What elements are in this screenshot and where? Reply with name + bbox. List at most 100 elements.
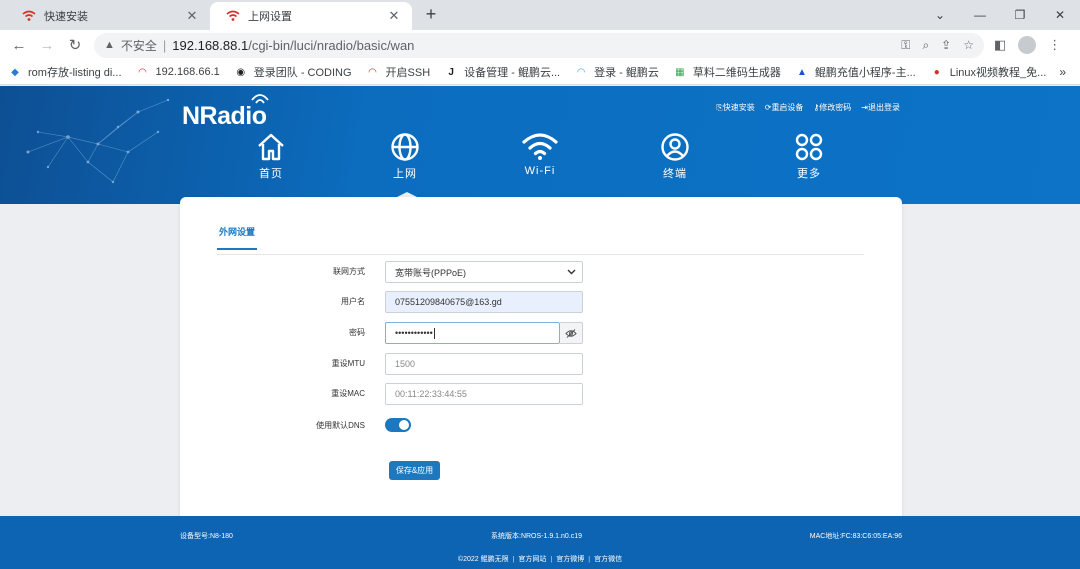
official-weibo-link[interactable]: 官方微博 [556, 556, 584, 563]
bookmark-item[interactable]: ◠ 192.168.66.1 [136, 66, 220, 78]
window-controls: ⌄ — ❐ ✕ [920, 0, 1080, 30]
url-host: 192.168.88.1 [172, 37, 249, 53]
nav-item-internet[interactable]: 上网 [375, 132, 435, 181]
password-value: •••••••••••• [395, 328, 433, 338]
form-row-mode: 联网方式 宽带账号(PPPoE) [180, 261, 902, 283]
username-input[interactable]: 07551209840675@163.gd [385, 291, 583, 313]
select-value: 宽带账号(PPPoE) [395, 267, 467, 278]
password-input[interactable]: •••••••••••• [385, 322, 560, 344]
bookmark-item[interactable]: ◠ 开启SSH [366, 64, 431, 80]
close-window-icon[interactable]: ✕ [1040, 0, 1080, 30]
device-model: 设备型号:N8-180 [180, 533, 233, 540]
profile-avatar[interactable] [1018, 36, 1037, 54]
share-icon[interactable]: ⇪ [941, 38, 951, 53]
tab-title: 上网设置 [248, 11, 292, 23]
nav-label: 首页 [259, 168, 283, 180]
toggle-password-visibility-button[interactable] [560, 322, 583, 344]
globe-icon [391, 133, 419, 161]
browser-toolbar: ← → ↻ ▲ 不安全 | 192.168.88.1 /cgi-bin/luci… [0, 30, 1080, 60]
url-separator: | [162, 37, 167, 53]
mode-label: 联网方式 [333, 267, 365, 276]
wifi-icon: ◠ [576, 66, 586, 78]
username-label: 用户名 [341, 297, 365, 306]
mtu-label: 重设MTU [331, 359, 365, 368]
card-tabs: 外网设置 [217, 221, 864, 255]
default-dns-toggle[interactable] [385, 418, 411, 432]
nav-label: 上网 [393, 168, 417, 180]
bookmarks-overflow-button[interactable]: » [1059, 65, 1066, 79]
bookmark-label: 登录团队 - CODING [253, 67, 352, 79]
bookmark-item[interactable]: ◉ 登录团队 - CODING [234, 64, 352, 80]
bookmark-item[interactable]: ◆ rom存放-listing di... [8, 64, 122, 80]
bookmark-item[interactable]: ● Linux视频教程_免... [930, 64, 1047, 80]
connection-mode-select[interactable]: 宽带账号(PPPoE) [385, 261, 583, 283]
official-site-link[interactable]: 官方网站 [518, 556, 546, 563]
back-icon[interactable]: ← [6, 32, 32, 58]
menu-icon[interactable]: ⋮ [1048, 37, 1061, 53]
wifi-icon [522, 133, 558, 160]
new-tab-icon[interactable]: + [420, 4, 442, 25]
wifi-icon [226, 10, 240, 21]
nav-item-more[interactable]: 更多 [779, 132, 839, 181]
bookmark-label: rom存放-listing di... [28, 67, 122, 79]
coding-icon: ◉ [236, 66, 246, 78]
official-wechat-link[interactable]: 官方微信 [594, 556, 622, 563]
tab-wan-settings[interactable]: 外网设置 [217, 225, 258, 250]
browser-tab-quick-install[interactable]: 快速安装 ✕ [6, 2, 210, 30]
bookmark-item[interactable]: ◠ 登录 - 鲲鹏云 [574, 64, 659, 80]
bookmarks-bar: ◆ rom存放-listing di... ◠ 192.168.66.1 ◉ 登录团队… [0, 60, 1080, 85]
forward-icon[interactable]: → [34, 32, 60, 58]
bookmark-label: 鲲鹏充值小程序-主... [814, 67, 916, 79]
restore-icon[interactable]: ❐ [1000, 0, 1040, 30]
nav-label: 终端 [663, 168, 687, 180]
minimize-icon[interactable]: — [960, 0, 1000, 30]
reload-icon[interactable]: ↻ [62, 32, 88, 58]
side-panel-icon[interactable]: ◧ [994, 37, 1006, 53]
nav-item-wifi[interactable]: Wi-Fi [510, 132, 570, 177]
copyright: ©2022 鲲鹏无限 [457, 556, 509, 563]
mac-input[interactable]: 00:11:22:33:44:55 [385, 383, 583, 405]
triangle-icon: ▲ [796, 66, 807, 78]
save-apply-button[interactable]: 保存&应用 [389, 461, 440, 480]
nav-label: 更多 [797, 168, 821, 180]
wifi-icon: ◠ [138, 66, 147, 78]
nav-item-clients[interactable]: 终端 [645, 132, 705, 181]
mac-address: MAC地址:FC:83:C6:05:EA:96 [809, 533, 902, 540]
toolbar-right: ◧ ⋮ [994, 36, 1061, 54]
address-bar[interactable]: ▲ 不安全 | 192.168.88.1 /cgi-bin/luci/nradi… [94, 32, 984, 58]
wan-settings-card: 外网设置 联网方式 宽带账号(PPPoE) 用户名 07551209840675… [180, 197, 902, 522]
mtu-input[interactable]: 1500 [385, 353, 583, 375]
diamond-icon: ◆ [11, 66, 19, 78]
nav-item-home[interactable]: 首页 [241, 132, 301, 181]
ifp-icon: ● [933, 66, 940, 78]
app-header: NRadio ⎘快速安装 ⟳重启设备 ⚷修改密码 ⇥退出登录 首页 上网 Wi-… [0, 86, 1080, 204]
chevron-down-icon [567, 269, 576, 275]
more-icon [795, 133, 823, 161]
bookmark-label: 开启SSH [385, 67, 431, 79]
form-row-password: 密码 •••••••••••• [180, 322, 902, 344]
warning-icon: ▲ [104, 39, 115, 51]
zoom-icon[interactable]: ⌕ [922, 38, 929, 53]
key-icon[interactable]: ⚿ [901, 38, 910, 53]
star-icon[interactable]: ☆ [963, 38, 974, 53]
close-icon[interactable]: ✕ [386, 8, 402, 24]
home-icon [258, 133, 284, 161]
url-path: /cgi-bin/luci/nradio/basic/wan [248, 37, 415, 53]
chevron-down-icon[interactable]: ⌄ [920, 0, 960, 30]
bookmark-item[interactable]: J 设备管理 - 鲲鹏云... [444, 64, 560, 80]
footer-links: ©2022 鲲鹏无限 | 官方网站 | 官方微博 | 官方微信 [457, 556, 623, 563]
system-version: 系统版本:NROS-1.9.1.n0.c19 [491, 533, 583, 540]
form-row-mac: 重设MAC 00:11:22:33:44:55 [180, 383, 902, 405]
form-row-mtu: 重设MTU 1500 [180, 353, 902, 375]
bookmark-label: 草料二维码生成器 [692, 67, 781, 79]
toggle-knob [399, 420, 409, 430]
password-label: 密码 [349, 328, 365, 337]
bookmark-item[interactable]: ▲ 鲲鹏充值小程序-主... [795, 64, 916, 80]
nav-label: Wi-Fi [524, 165, 556, 177]
bookmark-item[interactable]: ▦ 草料二维码生成器 [673, 64, 781, 80]
bookmark-label: 登录 - 鲲鹏云 [594, 67, 659, 79]
browser-tab-bar: 快速安装 ✕ 上网设置 ✕ + ⌄ — ❐ ✕ [0, 0, 1080, 30]
close-icon[interactable]: ✕ [184, 8, 200, 24]
browser-tab-wan-settings[interactable]: 上网设置 ✕ [210, 2, 412, 30]
j-icon: J [448, 66, 454, 78]
